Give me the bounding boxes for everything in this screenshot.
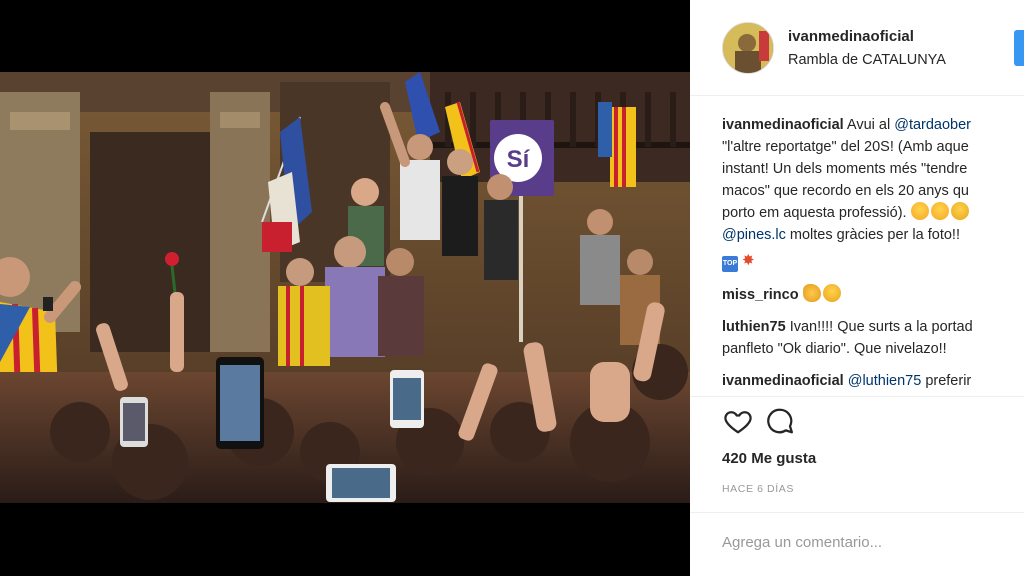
caption-text-6: moltes gràcies per la foto!!	[785, 227, 960, 243]
speech-bubble-icon	[767, 408, 793, 433]
caption-line-3: instant! Un dels moments més "tendre	[722, 161, 968, 177]
flexed-biceps-emoji-icon	[802, 284, 821, 302]
comment-miss-rinco: miss_rinco	[722, 284, 1024, 306]
avatar[interactable]	[722, 22, 774, 74]
follow-button[interactable]	[1014, 30, 1024, 66]
caption-line-4: macos" que recordo en els 20 anys qu	[722, 183, 969, 199]
comment-username[interactable]: luthien75	[722, 319, 786, 335]
post-photo[interactable]: Sí	[0, 72, 690, 503]
collision-icon: ✸	[742, 252, 755, 269]
caption-line-1: ivanmedinaoficial Avui al @tardaober	[722, 114, 1024, 136]
header-username[interactable]: ivanmedinaoficial	[788, 28, 914, 45]
caption-line-6: @pines.lc moltes gràcies per la foto!!	[722, 224, 1024, 246]
comment-text: Ivan!!!! Que surts a la portad	[789, 319, 973, 335]
likes-count[interactable]: 420 Me gusta	[722, 450, 816, 467]
comment-luthien75-line-2: panfleto "Ok diario". Que nivelazo!!	[722, 341, 947, 357]
caption-line-5: porto em aquesta professió).	[722, 202, 1024, 224]
crowd-photo-illustration: Sí	[0, 72, 690, 503]
comment-reply: ivanmedinaoficial @luthien75 preferir	[722, 370, 1024, 392]
post-timestamp[interactable]: HACE 6 DÍAS	[722, 483, 794, 495]
like-button[interactable]	[720, 404, 756, 440]
grimacing-emoji-icon	[822, 284, 841, 302]
divider	[690, 396, 1024, 397]
divider	[690, 512, 1024, 513]
comments-list: ivanmedinaoficial Avui al @tardaober "l'…	[690, 96, 1024, 396]
avatar-image	[723, 23, 773, 73]
comment-mention-luthien75[interactable]: @luthien75	[848, 373, 922, 389]
astonished-emoji-icon	[930, 202, 949, 220]
caption-mention-pines[interactable]: @pines.lc	[722, 227, 786, 243]
smile-emoji-icon	[950, 202, 969, 220]
caption-mention-tardaober[interactable]: @tardaober	[894, 117, 971, 133]
comment-button[interactable]	[762, 404, 798, 440]
caption-text-5: porto em aquesta professió).	[722, 205, 907, 221]
comment-luthien75: luthien75 Ivan!!!! Que surts a la portad	[722, 316, 1024, 338]
top-icon: TOP	[722, 256, 738, 272]
post-panel: ivanmedinaoficial Rambla de CATALUNYA iv…	[690, 0, 1024, 576]
astonished-emoji-icon	[910, 202, 929, 220]
add-comment-input[interactable]	[722, 529, 1012, 555]
caption-line-7: TOP ✸	[722, 248, 1024, 272]
heart-icon	[724, 410, 752, 433]
caption-username[interactable]: ivanmedinaoficial	[722, 117, 844, 133]
comment-username[interactable]: ivanmedinaoficial	[722, 373, 844, 389]
caption-text-1: Avui al	[846, 117, 895, 133]
caption-line-2: "l'altre reportatge" del 20S! (Amb aque	[722, 139, 969, 155]
si-sign-text: Sí	[507, 146, 531, 173]
header-location[interactable]: Rambla de CATALUNYA	[788, 52, 946, 68]
comment-username[interactable]: miss_rinco	[722, 287, 799, 303]
comment-text: preferir	[921, 373, 972, 389]
media-pane: Sí	[0, 0, 690, 576]
post-header: ivanmedinaoficial Rambla de CATALUNYA	[690, 0, 1024, 96]
